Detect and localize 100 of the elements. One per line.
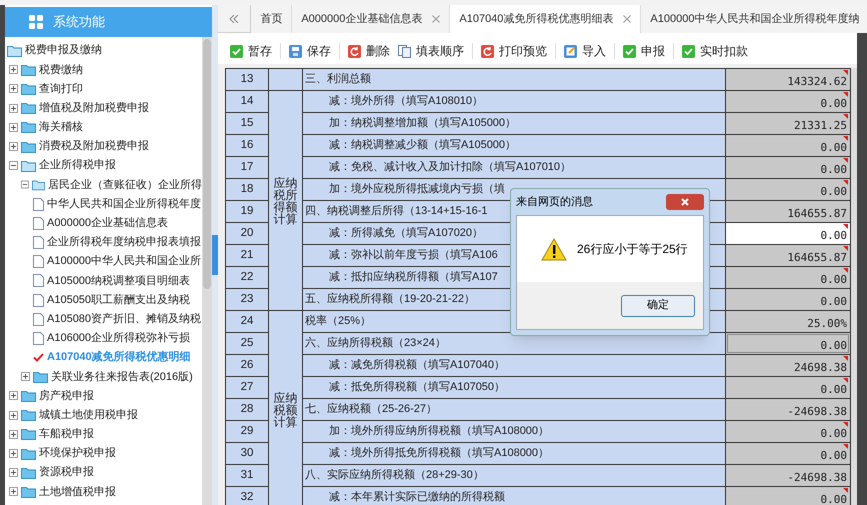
tree-folder-item[interactable]: 查询打印	[39, 80, 83, 98]
row-label: 加：境外应税所得抵减境内亏损（填	[328, 182, 505, 195]
tree-folder-item[interactable]: 环境保护税申报	[39, 445, 116, 462]
tree-page-item[interactable]: A000000企业基础信息表	[47, 215, 168, 232]
value-field[interactable]: 0.00	[726, 223, 850, 244]
expand-icon[interactable]	[9, 487, 18, 496]
value-field[interactable]: 24698.38	[726, 355, 850, 376]
toolbar-button[interactable]: 填表顺序	[396, 40, 466, 62]
value-field[interactable]: -24698.38	[726, 399, 850, 420]
toolbar-button[interactable]: 实时扣款	[680, 40, 750, 62]
ok-button[interactable]: 确定	[621, 294, 695, 316]
grid-icon	[29, 15, 43, 29]
tab[interactable]: 首页	[251, 5, 292, 33]
value-field[interactable]: 21331.25	[726, 113, 850, 134]
expand-icon[interactable]	[9, 410, 18, 420]
document-icon	[33, 332, 44, 345]
tree-page-item[interactable]: A100000中华人民共和国企业所	[47, 253, 202, 270]
value-field[interactable]: 25.00%	[726, 311, 850, 332]
value-field[interactable]: 0.00	[726, 377, 850, 398]
row-label: 五、应纳税所得额（19-20-21-22）	[304, 292, 475, 305]
row-label: 六、应纳所得税额（23×24）	[304, 336, 446, 349]
row-label: 减：境外所得（填写A108010）	[328, 94, 484, 107]
tree-page-item[interactable]: A106000企业所得税弥补亏损	[47, 330, 190, 347]
close-button[interactable]	[666, 194, 704, 210]
expand-icon[interactable]	[9, 65, 18, 74]
tree-folder-item[interactable]: 居民企业（查账征收）企业所得	[48, 176, 202, 194]
corner-flag-icon	[843, 70, 848, 75]
toolbar-button[interactable]: 打印预览	[479, 40, 549, 62]
row-number: 14	[226, 90, 268, 112]
tree-folder-item[interactable]: 税费缴纳	[39, 62, 83, 78]
expand-icon[interactable]	[21, 372, 30, 382]
collapse-icon[interactable]	[9, 161, 18, 170]
tree-folder-item[interactable]: 车船税申报	[39, 426, 94, 443]
toolbar-button[interactable]: 导入	[562, 40, 608, 62]
tree-page-item[interactable]: A105080资产折旧、摊销及纳税	[47, 310, 202, 328]
splitter-bar[interactable]	[212, 5, 218, 505]
tree-page-item[interactable]: 中华人民共和国企业所得税年度	[47, 196, 201, 212]
corner-flag-icon	[843, 224, 848, 229]
tree-page-item[interactable]: A105050职工薪酬支出及纳税	[47, 292, 190, 308]
tab[interactable]: A100000中华人民共和国企业所得税年度纳	[641, 5, 867, 33]
value-field[interactable]: 0.00	[726, 267, 850, 288]
tab[interactable]: A000000企业基础信息表	[292, 5, 450, 33]
row-number: 23	[226, 288, 268, 310]
row-number: 24	[226, 310, 268, 332]
value-field[interactable]: 0.00	[726, 91, 850, 112]
row-number: 15	[226, 112, 268, 134]
expand-icon[interactable]	[9, 122, 18, 132]
expand-icon[interactable]	[9, 430, 18, 439]
tree-folder-item[interactable]: 海关稽核	[39, 119, 83, 136]
value-field[interactable]: 0.00	[726, 421, 850, 442]
expand-icon[interactable]	[9, 391, 18, 400]
toolbar-button[interactable]: 申报	[621, 40, 667, 62]
tree-folder-item[interactable]: 增值税及附加税费申报	[39, 100, 149, 116]
expand-icon[interactable]	[9, 142, 18, 152]
toolbar-button[interactable]: 保存	[287, 40, 333, 62]
row-label: 三、利润总额	[304, 72, 371, 85]
document-icon	[33, 312, 44, 326]
tree-page-item[interactable]: 企业所得税年度纳税申报表填报	[47, 234, 201, 251]
row-number: 13	[226, 68, 268, 90]
value-field[interactable]: 0.00	[726, 135, 850, 156]
tree-folder-item[interactable]: 消费税及附加税费申报	[39, 138, 149, 155]
row-label: 八、实际应纳所得税额（28+29-30）	[304, 468, 484, 481]
tree-folder-item[interactable]: 城镇土地使用税申报	[39, 406, 138, 424]
value-field[interactable]: 0.00	[726, 289, 850, 310]
tree-folder-item[interactable]: 关联业务往来报告表(2016版)	[51, 368, 193, 386]
tab[interactable]: A107040减免所得税优惠明细表	[450, 5, 642, 33]
tree-folder-item[interactable]: 房产税申报	[39, 388, 94, 404]
row-number: 27	[226, 376, 268, 398]
value-field[interactable]: -24698.38	[726, 465, 850, 486]
expand-icon[interactable]	[9, 449, 18, 458]
value-field[interactable]: 0.00	[726, 443, 850, 464]
row-label: 减：境外所得抵免所得税额（填写A108000）	[328, 446, 550, 459]
toolbar-button[interactable]: 暂存	[228, 40, 274, 62]
row-number: 20	[226, 222, 268, 244]
close-icon[interactable]	[432, 15, 440, 23]
collapse-icon[interactable]	[21, 180, 29, 190]
value-field[interactable]: 143324.62	[726, 69, 850, 90]
tree-folder-item[interactable]: 企业所得税申报	[39, 157, 116, 174]
toolbar-button[interactable]: 删除	[346, 40, 392, 62]
expand-icon[interactable]	[9, 468, 18, 478]
value-field[interactable]: 0.00	[726, 157, 850, 178]
row-label: 七、应纳税额（25-26-27）	[304, 402, 438, 415]
row-label: 减：抵扣应纳税所得额（填写A107	[328, 270, 498, 283]
expand-icon[interactable]	[9, 104, 18, 113]
value-field[interactable]: 0.00	[726, 487, 850, 505]
tree-folder-item[interactable]: 税费申报及缴纳	[25, 42, 102, 59]
value-field[interactable]: 164655.87	[726, 245, 850, 266]
dialog-title: 来自网页的消息	[516, 194, 593, 210]
tree-folder-item[interactable]: 资源税申报	[39, 464, 94, 481]
section-label: 应纳税所得额计算	[272, 176, 298, 224]
row-number: 32	[226, 486, 268, 505]
value-field[interactable]: 164655.87	[726, 201, 850, 222]
expand-icon[interactable]	[9, 84, 18, 94]
value-field[interactable]: 0.00	[726, 333, 850, 354]
close-icon[interactable]	[623, 15, 632, 23]
warning-icon	[541, 238, 567, 260]
tree-page-item[interactable]: A105000纳税调整项目明细表	[47, 272, 190, 290]
tree-folder-item[interactable]: 土地增值税申报	[39, 484, 116, 500]
scrollbar[interactable]	[202, 37, 212, 505]
value-field[interactable]: 0.00	[726, 179, 850, 200]
